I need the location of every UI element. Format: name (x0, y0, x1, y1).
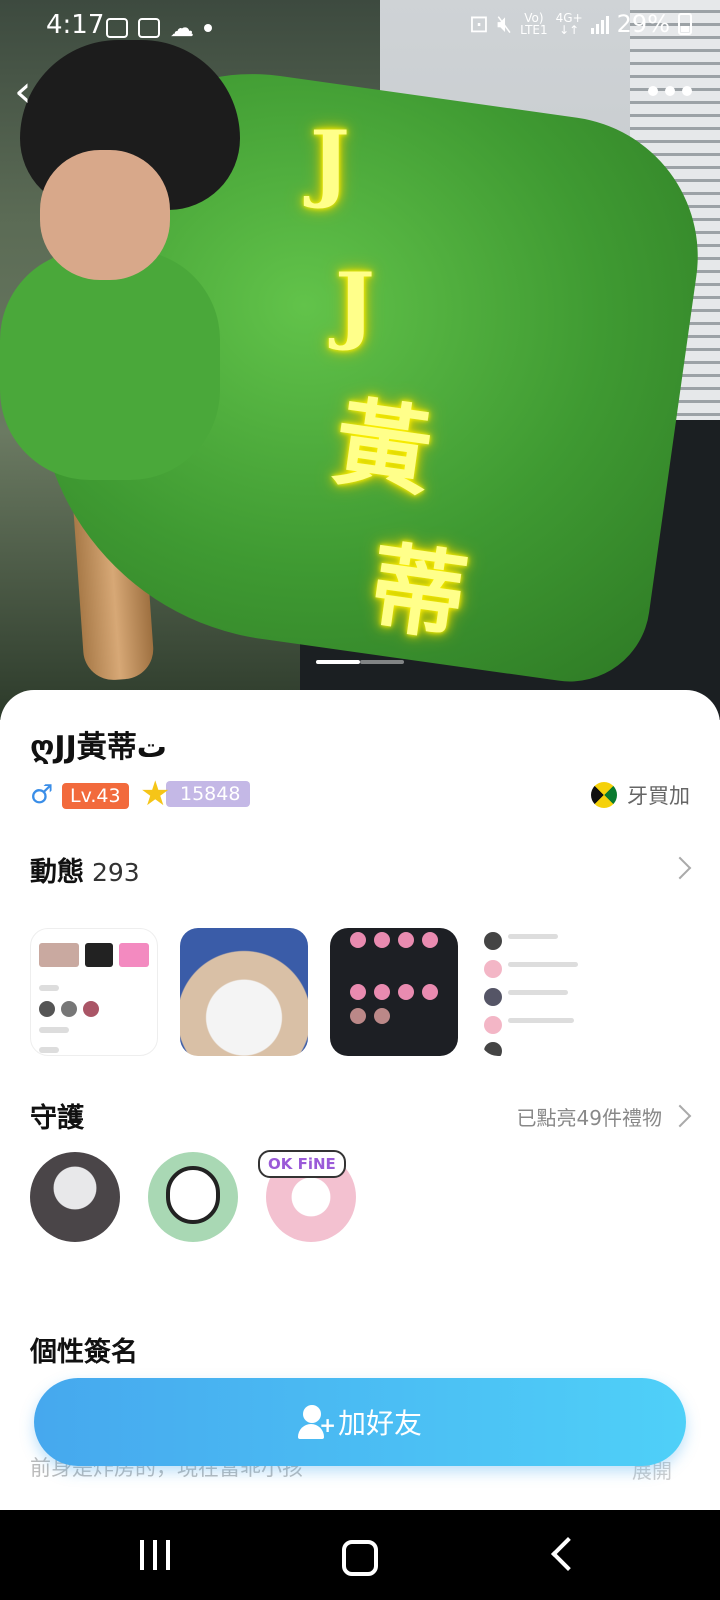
country-name: 牙買加 (627, 784, 690, 808)
photo-sleeve (0, 250, 220, 480)
more-options-icon[interactable] (648, 86, 692, 96)
pager-dot-active (316, 660, 360, 664)
system-icons: ⊡ 🔇︎ Vo) LTE1 4G+ ↓↑ 29% (469, 10, 692, 38)
data-indicator: 4G+ ↓↑ (556, 12, 583, 36)
gallery-notification-icon (106, 18, 128, 38)
status-bar: 4:17 ☁ ⊡ 🔇︎ Vo) LTE1 4G+ ↓↑ 29% (0, 0, 720, 52)
moment-thumbnail[interactable] (480, 928, 608, 1056)
neon-text-3: 黃 (327, 384, 439, 511)
moment-thumbnail[interactable] (330, 928, 458, 1056)
profile-name: ღJJ黃蒂ت (30, 730, 167, 765)
battery-percent: 29% (616, 10, 670, 38)
guardian-chevron-right-icon[interactable] (668, 1104, 692, 1128)
pager-dot (360, 660, 404, 664)
guardian-avatar[interactable] (30, 1152, 120, 1242)
fans-count: 15848 (166, 781, 251, 807)
home-icon[interactable] (342, 1540, 378, 1576)
volte-indicator: Vo) LTE1 (520, 12, 548, 36)
moment-thumbnail[interactable] (180, 928, 308, 1056)
battery-icon (678, 13, 692, 35)
guardian-avatar[interactable] (148, 1152, 238, 1242)
neon-text-1: J (310, 112, 350, 211)
more-notifications-dot-icon (204, 24, 212, 32)
moments-count: 293 (92, 858, 140, 887)
photo-pager-indicator (316, 660, 404, 664)
status-time: 4:17 (46, 10, 105, 40)
recent-apps-icon[interactable] (140, 1540, 170, 1570)
notification-icons: ☁ (106, 14, 212, 42)
moments-title: 動態 (30, 857, 84, 888)
moments-chevron-right-icon[interactable] (668, 856, 692, 880)
level-badge[interactable]: Lv.43 (62, 783, 129, 809)
data-arrows-icon: ↓↑ (559, 23, 580, 37)
mute-icon: 🔇︎ (496, 10, 513, 38)
signal-icon (590, 14, 609, 34)
star-icon: ★ (140, 774, 171, 814)
signature-title: 個性簽名 (30, 1337, 138, 1368)
guardian-title: 守護 (30, 1103, 84, 1134)
photo-hand (40, 150, 170, 280)
app-notification-icon (138, 18, 160, 38)
neon-text-4: 蒂 (362, 529, 474, 656)
neon-text-2: J (335, 254, 375, 353)
country-info: 牙買加 (591, 780, 690, 810)
kuromi-face (166, 1166, 220, 1224)
system-back-icon[interactable] (551, 1537, 585, 1571)
add-friend-button[interactable]: + 加好友 (34, 1378, 686, 1466)
back-arrow-icon[interactable]: ‹ (14, 70, 58, 114)
lte-label: LTE1 (520, 23, 548, 37)
add-user-icon: + (297, 1405, 336, 1439)
fans-badge[interactable]: ★ 15848 (140, 774, 251, 814)
data-saver-icon: ⊡ (468, 10, 489, 38)
gift-count-link[interactable]: 已點亮49件禮物 (517, 1102, 662, 1131)
profile-cover-photo[interactable]: J J 黃 蒂 (0, 0, 720, 720)
moment-thumbnail[interactable] (30, 928, 158, 1056)
jamaica-flag-icon (591, 782, 617, 808)
add-friend-label: 加好友 (337, 1407, 422, 1440)
moments-header[interactable]: 動態 293 (30, 850, 140, 889)
weather-icon: ☁ (170, 14, 194, 42)
moments-thumbnails (30, 928, 608, 1056)
ok-fine-sticker: OK FiNE (258, 1150, 346, 1178)
male-gender-icon: ♂ (30, 780, 54, 810)
system-navigation-bar (0, 1510, 720, 1600)
